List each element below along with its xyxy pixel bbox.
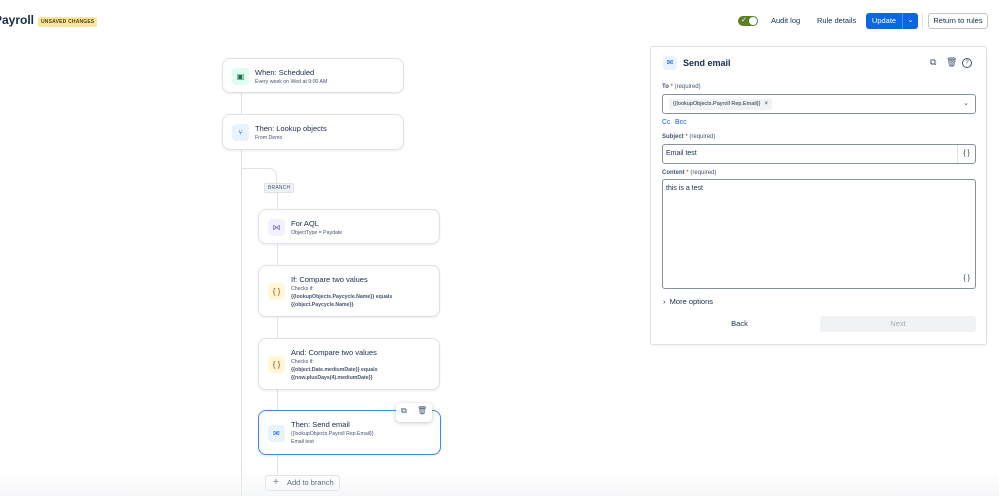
lookup-title: Then: Lookup objects — [255, 124, 327, 133]
page-title: Payroll — [0, 13, 35, 27]
subject-label: Subject * (required) — [662, 134, 716, 140]
check-icon: ✓ — [741, 17, 747, 24]
trigger-subtitle: Every week on Wed at 9:00 AM — [255, 79, 328, 85]
content-value: this is a test — [666, 185, 703, 192]
add-to-branch-button[interactable]: + Add to branch — [265, 475, 340, 491]
copy-icon[interactable]: ⧉ — [930, 57, 936, 68]
subject-field[interactable]: Email test { } — [662, 144, 976, 164]
and-compare-line1: {{object.Date.mediumDate}} equals — [291, 367, 378, 373]
lookup-objects-card[interactable]: ⑂ Then: Lookup objects From Demo — [222, 114, 404, 150]
to-field[interactable]: {{lookupObjects.Payroll Rep.Email}} × ⌄ — [662, 94, 976, 114]
remove-chip-icon[interactable]: × — [764, 101, 768, 107]
chevron-right-icon: › — [663, 297, 666, 306]
and-compare-card[interactable]: { } And: Compare two values Checks if: {… — [258, 338, 440, 390]
bcc-link[interactable]: Bcc — [675, 119, 687, 126]
send-email-title: Then: Send email — [291, 420, 350, 429]
aql-icon: ⋈ — [268, 219, 285, 236]
next-button[interactable]: Next — [820, 316, 976, 332]
content-field[interactable]: this is a test { } — [662, 179, 976, 289]
and-compare-title: And: Compare two values — [291, 348, 377, 357]
for-aql-title: For AQL — [291, 219, 319, 228]
delete-icon[interactable]: 🗑 — [417, 406, 427, 415]
send-email-to: {{lookupObjects.Payroll Rep.Email}} — [291, 431, 374, 437]
connector-line — [241, 150, 242, 496]
braces-icon: { } — [268, 356, 285, 373]
for-aql-card[interactable]: ⋈ For AQL ObjectType = Paydate — [258, 209, 440, 244]
for-aql-subtitle: ObjectType = Paydate — [291, 230, 343, 236]
chevron-down-icon[interactable]: ⌄ — [963, 99, 969, 107]
mail-icon: ✉ — [268, 425, 285, 442]
copy-icon[interactable]: ⧉ — [401, 406, 407, 416]
branch-label: BRANCH — [264, 183, 295, 193]
lookup-subtitle: From Demo — [255, 135, 283, 141]
if-compare-line1: {{lookupObjects.Paycycle.Name}} equals — [291, 294, 393, 300]
chevron-down-icon: ⌄ — [907, 17, 914, 24]
recipient-chip: {{lookupObjects.Payroll Rep.Email}} × — [669, 99, 772, 110]
more-options-toggle[interactable]: › More options — [663, 297, 713, 306]
toggle-knob — [749, 17, 757, 25]
cc-link[interactable]: Cc — [662, 119, 671, 126]
rule-enabled-toggle[interactable]: ✓ — [738, 16, 758, 26]
braces-icon: { } — [268, 283, 285, 300]
update-dropdown-button[interactable]: ⌄ — [902, 13, 918, 29]
rule-details-button[interactable]: Rule details — [817, 13, 856, 29]
card-toolbar: ⧉ 🗑 — [396, 403, 432, 422]
branch-icon: ⑂ — [232, 124, 249, 141]
trigger-card[interactable]: ▣ When: Scheduled Every week on Wed at 9… — [222, 58, 404, 93]
content-label: Content * (required) — [662, 170, 717, 176]
unsaved-changes-badge: UNSAVED CHANGES — [38, 17, 98, 27]
back-button[interactable]: Back — [662, 316, 817, 332]
if-compare-title: If: Compare two values — [291, 275, 368, 284]
panel-title: Send email — [683, 58, 731, 68]
smart-value-icon[interactable]: { } — [963, 275, 970, 282]
delete-icon[interactable]: 🗑 — [946, 57, 957, 68]
send-email-subject: Email test — [291, 439, 314, 445]
if-compare-card[interactable]: { } If: Compare two values Checks if: {{… — [258, 265, 440, 317]
if-compare-checks: Checks if: — [291, 286, 314, 292]
header-divider — [922, 13, 923, 29]
connector-line — [241, 93, 242, 115]
to-label: To * (required) — [662, 84, 701, 90]
return-to-rules-button[interactable]: Return to rules — [928, 13, 988, 29]
bottom-fade — [0, 470, 999, 496]
subject-value: Email test — [666, 150, 697, 157]
smart-value-icon[interactable]: { } — [957, 145, 975, 163]
add-to-branch-label: Add to branch — [287, 478, 334, 487]
and-compare-checks: Checks if: — [291, 359, 314, 365]
trigger-title: When: Scheduled — [255, 68, 315, 77]
plus-icon: + — [273, 477, 279, 488]
if-compare-line2: {{object.Paycycle.Name}} — [291, 302, 354, 308]
mail-icon: ✉ — [663, 56, 677, 70]
and-compare-line2: {{now.plusDays(4).mediumDate}} — [291, 375, 373, 381]
help-icon[interactable]: ? — [962, 58, 972, 68]
update-button[interactable]: Update — [866, 13, 902, 29]
audit-log-button[interactable]: Audit log — [771, 13, 800, 29]
calendar-icon: ▣ — [232, 68, 249, 85]
